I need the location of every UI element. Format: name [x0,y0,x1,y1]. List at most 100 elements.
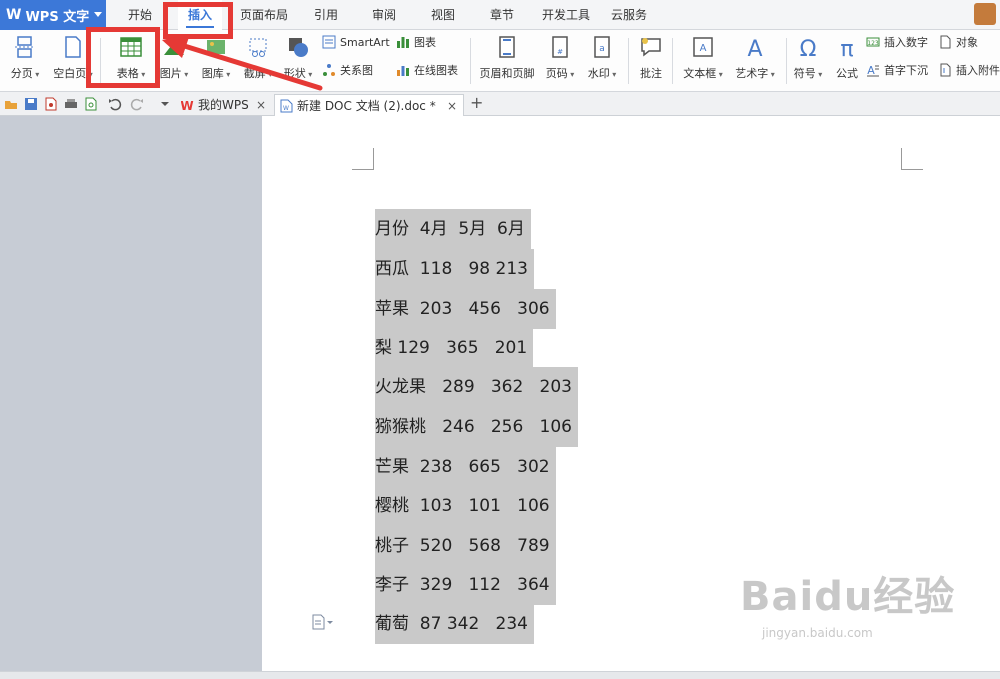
tab-review[interactable]: 审阅 [372,0,396,30]
svg-text:A: A [700,43,707,54]
header-footer-button[interactable]: 页眉和页脚 [476,30,538,92]
symbol-button[interactable]: Ω 符号 [790,30,826,92]
attachment-icon [940,63,951,77]
close-icon[interactable]: × [256,94,266,116]
object-icon [940,35,951,49]
gallery-button[interactable]: 图库 [196,30,236,92]
new-tab-button[interactable]: + [470,93,483,112]
svg-text:a: a [599,44,605,54]
smartart-icon [322,35,336,49]
ribbon-divider [786,38,787,84]
relation-chart-button[interactable]: 关系图 [322,60,373,80]
document-line[interactable]: 桃子 520 568 789 [375,526,556,566]
insert-number-button[interactable]: 123 插入数字 [866,32,928,52]
tab-home[interactable]: 开始 [128,0,152,30]
svg-text:A: A [747,37,762,59]
tab-cloud[interactable]: 云服务 [611,0,647,30]
page-break-label: 分页 [6,65,44,81]
online-chart-icon [397,66,409,76]
document-line[interactable]: 苹果 203 456 306 [375,289,556,329]
formula-button[interactable]: π 公式 [830,30,864,92]
svg-text:Ω: Ω [800,37,817,59]
drop-cap-icon: A [867,64,879,77]
export-pdf-icon[interactable] [44,97,58,111]
undo-icon[interactable] [108,97,122,111]
picture-button[interactable]: 图片 [156,30,192,92]
svg-text:123: 123 [867,40,879,47]
page-number-button[interactable]: # 页码 [542,30,578,92]
omega-icon: Ω [800,37,817,59]
page-break-button[interactable]: 分页 [6,30,44,92]
highlight-table-button [86,27,160,88]
chevron-down-icon [94,12,102,17]
document-line[interactable]: 猕猴桃 246 256 106 [375,407,578,447]
comment-button[interactable]: 批注 [634,30,668,92]
tab-developer[interactable]: 开发工具 [542,0,590,30]
pi-icon: π [840,37,853,59]
comment-label: 批注 [640,67,662,80]
wordart-icon: A [747,37,762,59]
page-break-icon [15,36,35,58]
document-line[interactable]: 葡萄 87 342 234 [375,604,534,644]
object-button[interactable]: 对象 [938,32,978,52]
redo-icon[interactable] [130,97,144,111]
online-chart-button[interactable]: 在线图表 [396,60,458,80]
tab-view[interactable]: 视图 [431,0,455,30]
close-icon[interactable]: × [447,95,457,117]
document-line[interactable]: 月份 4月 5月 6月 [375,209,531,249]
svg-text:W: W [283,105,289,112]
watermark-main-text: Baidu经验 [740,574,956,620]
textbox-label: 文本框 [680,65,726,81]
picture-label: 图片 [156,65,192,81]
document-line[interactable]: 芒果 238 665 302 [375,447,556,487]
smartart-button[interactable]: SmartArt [322,32,390,52]
paste-options-icon[interactable] [311,614,333,630]
wps-logo-icon: W [6,7,22,23]
document-line[interactable]: 梨 129 365 201 [375,328,534,368]
insert-attachment-label: 插入附件 [956,64,1000,77]
print-preview-icon[interactable] [84,97,98,111]
shape-button[interactable]: 形状 [280,30,316,92]
user-avatar-icon[interactable] [974,3,996,25]
drop-cap-button[interactable]: A 首字下沉 [866,60,928,80]
crop-mark-top-left [352,148,374,170]
header-footer-icon [499,36,515,58]
watermark-url: jingyan.baidu.com [762,626,873,640]
textbox-icon: A [693,37,713,57]
app-menu-button[interactable]: W WPS 文字 [0,0,106,30]
shape-label: 形状 [280,65,316,81]
wordart-label: 艺术字 [732,65,778,81]
print-icon[interactable] [64,97,78,111]
blank-page-icon [65,36,81,58]
tab-my-wps[interactable]: W 我的WPS × [176,94,272,116]
status-bar [0,671,1000,679]
save-icon[interactable] [24,97,38,111]
tab-references[interactable]: 引用 [314,0,338,30]
highlight-insert-tab [163,2,233,39]
tab-section[interactable]: 章节 [490,0,514,30]
screenshot-button[interactable]: 截屏 [240,30,276,92]
gallery-label: 图库 [196,65,236,81]
ribbon-divider [628,38,629,84]
document-line[interactable]: 火龙果 289 362 203 [375,367,578,407]
symbol-label: 符号 [790,65,826,81]
menu-bar: W WPS 文字 开始 插入 页面布局 引用 审阅 视图 章节 开发工具 云服务 [0,0,1000,31]
tab-current-document[interactable]: W 新建 DOC 文档 (2).doc * × [274,94,464,116]
watermark-button[interactable]: a 水印 [584,30,620,92]
document-line[interactable]: 西瓜 118 98 213 [375,249,534,289]
textbox-button[interactable]: A 文本框 [680,30,726,92]
tab-label: 新建 DOC 文档 (2).doc * [297,99,436,113]
tab-page-layout[interactable]: 页面布局 [240,0,288,30]
bar-chart-icon [397,37,409,48]
open-folder-icon[interactable] [4,97,18,111]
chart-button[interactable]: 图表 [396,32,436,52]
document-line[interactable]: 李子 329 112 364 [375,565,556,605]
insert-attachment-button[interactable]: 插入附件 [938,60,1000,80]
page-number-label: 页码 [542,65,578,81]
smartart-label: SmartArt [340,35,390,49]
chevron-down-icon[interactable] [158,97,172,111]
tab-label: 我的WPS [198,98,249,112]
crop-mark-top-right [901,148,923,170]
wordart-button[interactable]: A 艺术字 [732,30,778,92]
document-line[interactable]: 樱桃 103 101 106 [375,486,556,526]
